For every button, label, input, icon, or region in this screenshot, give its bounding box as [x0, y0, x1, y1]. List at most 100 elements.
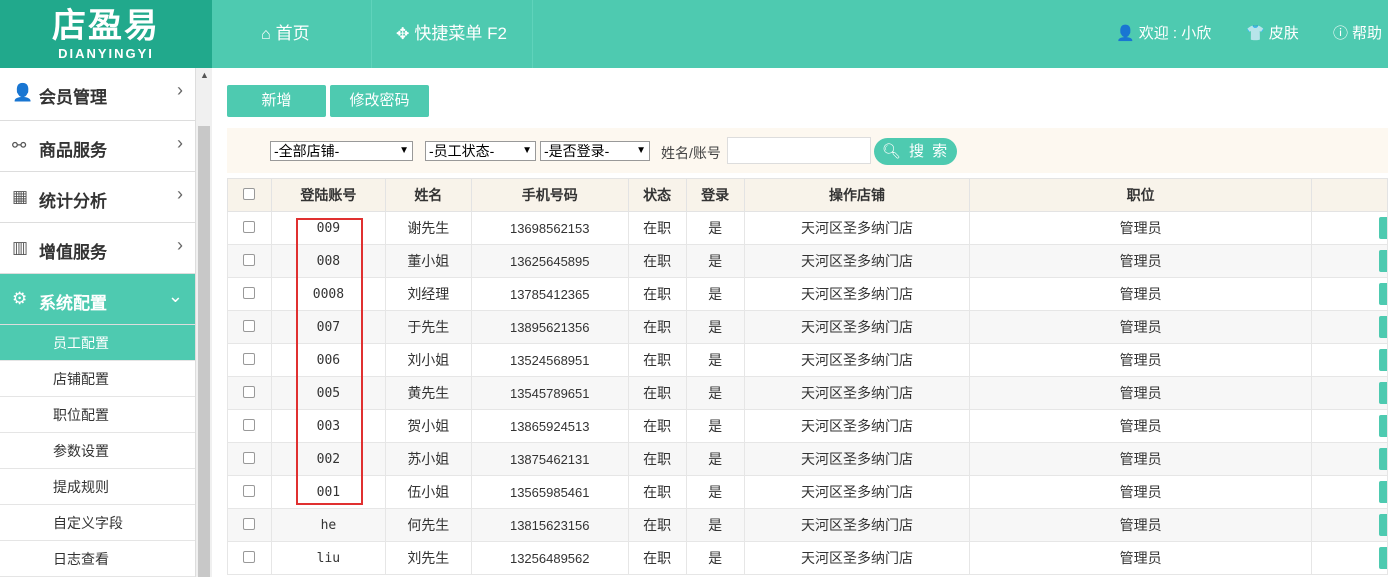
user-welcome[interactable]: 👤 欢迎 : 小欣 — [1116, 0, 1211, 68]
table-cell: 天河区圣多纳门店 — [743, 508, 971, 542]
search-button[interactable]: 🔍︎ 搜 索 — [874, 138, 957, 165]
row-checkbox-cell[interactable] — [227, 508, 272, 542]
menu-product-service[interactable]: ⚯ 商品服务 › — [0, 121, 195, 172]
sidebar-item-position-config[interactable]: 职位配置 — [0, 397, 195, 433]
row-checkbox[interactable] — [243, 386, 256, 398]
row-action-button[interactable] — [1379, 481, 1387, 503]
nav-quick-menu[interactable]: ✥ 快捷菜单 F2 — [372, 0, 533, 68]
row-action-button[interactable] — [1379, 415, 1387, 437]
nav-home-label: 首页 — [275, 24, 310, 43]
table-row[interactable]: 001 伍小姐 13565985461 在职是天河区圣多纳门店 管理员 — [227, 475, 1388, 509]
row-checkbox[interactable] — [243, 485, 256, 497]
sidebar-item-commission-rules[interactable]: 提成规则 — [0, 469, 195, 505]
sidebar: 👤 会员管理 › ⚯ 商品服务 › ▦ 统计分析 › ▥ 增值服务 › ⚙ 系统… — [0, 68, 196, 577]
menu-label: 商品服务 — [39, 141, 107, 160]
sidebar-item-custom-fields[interactable]: 自定义字段 — [0, 505, 195, 541]
row-checkbox[interactable] — [243, 221, 256, 233]
table-cell: 是 — [685, 508, 745, 542]
table-cell: 在职 — [627, 409, 687, 443]
table-row[interactable]: 007 于先生 13895621356 在职是天河区圣多纳门店 管理员 — [227, 310, 1388, 344]
select-all-checkbox-cell[interactable] — [227, 178, 272, 212]
row-action-button[interactable] — [1379, 283, 1387, 305]
sidebar-item-log-view[interactable]: 日志查看 — [0, 541, 195, 577]
row-checkbox[interactable] — [243, 452, 256, 464]
row-checkbox-cell[interactable] — [227, 409, 272, 443]
select-all-checkbox[interactable] — [243, 188, 256, 200]
menu-system-config[interactable]: ⚙ 系统配置 ⌄ — [0, 274, 195, 325]
table-cell: 刘小姐 — [384, 343, 472, 377]
row-checkbox[interactable] — [243, 320, 256, 332]
row-checkbox[interactable] — [243, 287, 256, 299]
row-action-button[interactable] — [1379, 514, 1387, 536]
user-welcome-label: 欢迎 : 小欣 — [1138, 25, 1212, 42]
row-checkbox[interactable] — [243, 551, 256, 563]
table-row[interactable]: he 何先生 13815623156 在职是天河区圣多纳门店 管理员 — [227, 508, 1388, 542]
table-row[interactable]: 005 黄先生 13545789651 在职是天河区圣多纳门店 管理员 — [227, 376, 1388, 410]
table-cell: 在职 — [627, 541, 687, 575]
sidebar-scrollbar[interactable]: ▲ — [196, 68, 212, 577]
table-cell: 是 — [685, 376, 745, 410]
menu-statistics[interactable]: ▦ 统计分析 › — [0, 172, 195, 223]
table-cell: 贺小姐 — [384, 409, 472, 443]
table-cell: 天河区圣多纳门店 — [743, 409, 971, 443]
add-button[interactable]: 新增 — [227, 85, 326, 117]
sidebar-item-parameter-settings[interactable]: 参数设置 — [0, 433, 195, 469]
operation-cell — [1311, 343, 1388, 377]
login-select[interactable]: -是否登录- ▼ — [540, 141, 650, 161]
row-checkbox[interactable] — [243, 353, 256, 365]
row-checkbox-cell[interactable] — [227, 541, 272, 575]
row-checkbox[interactable] — [243, 419, 256, 431]
row-checkbox-cell[interactable] — [227, 277, 272, 311]
row-action-button[interactable] — [1379, 316, 1387, 338]
nav-home[interactable]: ⌂ 首页 — [212, 0, 372, 68]
row-action-button[interactable] — [1379, 382, 1387, 404]
change-password-button[interactable]: 修改密码 — [330, 85, 429, 117]
row-action-button[interactable] — [1379, 217, 1387, 239]
table-row[interactable]: 0008 刘经理 13785412365 在职是天河区圣多纳门店 管理员 — [227, 277, 1388, 311]
row-checkbox-cell[interactable] — [227, 211, 272, 245]
staff-status-select[interactable]: -员工状态- ▼ — [425, 141, 536, 161]
row-action-button[interactable] — [1379, 349, 1387, 371]
row-checkbox[interactable] — [243, 254, 256, 266]
scroll-up-icon[interactable]: ▲ — [200, 70, 209, 80]
logo-subtext: DIANYINGYI — [58, 46, 154, 61]
table-cell: 是 — [685, 541, 745, 575]
skin-button[interactable]: 👕 皮肤 — [1246, 0, 1299, 68]
logo[interactable]: 店盈易 DIANYINGYI — [0, 0, 212, 68]
login-select-value: -是否登录- — [544, 143, 610, 159]
table-cell: 是 — [685, 211, 745, 245]
table-cell: 天河区圣多纳门店 — [743, 211, 971, 245]
row-action-button[interactable] — [1379, 448, 1387, 470]
row-action-button[interactable] — [1379, 250, 1387, 272]
sidebar-item-staff-config[interactable]: 员工配置 — [0, 325, 195, 361]
table-cell: 管理员 — [969, 244, 1312, 278]
menu-value-added[interactable]: ▥ 增值服务 › — [0, 223, 195, 274]
table-row[interactable]: 008 董小姐 13625645895 在职是天河区圣多纳门店 管理员 — [227, 244, 1388, 278]
help-icon: ⓘ — [1333, 25, 1349, 42]
row-checkbox-cell[interactable] — [227, 244, 272, 278]
row-checkbox[interactable] — [243, 518, 256, 530]
sidebar-item-store-config[interactable]: 店铺配置 — [0, 361, 195, 397]
table-cell: 管理员 — [969, 442, 1312, 476]
table-cell: 13545789651 — [470, 376, 629, 410]
table-row[interactable]: 006 刘小姐 13524568951 在职是天河区圣多纳门店 管理员 — [227, 343, 1388, 377]
row-checkbox-cell[interactable] — [227, 442, 272, 476]
menu-member-management[interactable]: 👤 会员管理 › — [0, 68, 195, 121]
table-cell: 管理员 — [969, 211, 1312, 245]
row-checkbox-cell[interactable] — [227, 475, 272, 509]
skin-label: 皮肤 — [1268, 25, 1299, 42]
table-row[interactable]: 009 谢先生 13698562153 在职是天河区圣多纳门店 管理员 — [227, 211, 1388, 245]
help-button[interactable]: ⓘ 帮助 — [1333, 0, 1382, 68]
row-action-button[interactable] — [1379, 547, 1387, 569]
table-row[interactable]: liu 刘先生 13256489562 在职是天河区圣多纳门店 管理员 — [227, 541, 1388, 575]
column-header: 姓名 — [384, 178, 472, 212]
table-row[interactable]: 002 苏小姐 13875462131 在职是天河区圣多纳门店 管理员 — [227, 442, 1388, 476]
table-row[interactable]: 003 贺小姐 13865924513 在职是天河区圣多纳门店 管理员 — [227, 409, 1388, 443]
home-icon: ⌂ — [261, 26, 271, 43]
name-account-input[interactable] — [727, 137, 871, 164]
row-checkbox-cell[interactable] — [227, 343, 272, 377]
store-select[interactable]: -全部店铺- ▼ — [270, 141, 413, 161]
row-checkbox-cell[interactable] — [227, 376, 272, 410]
scrollbar-thumb[interactable] — [198, 126, 210, 577]
row-checkbox-cell[interactable] — [227, 310, 272, 344]
